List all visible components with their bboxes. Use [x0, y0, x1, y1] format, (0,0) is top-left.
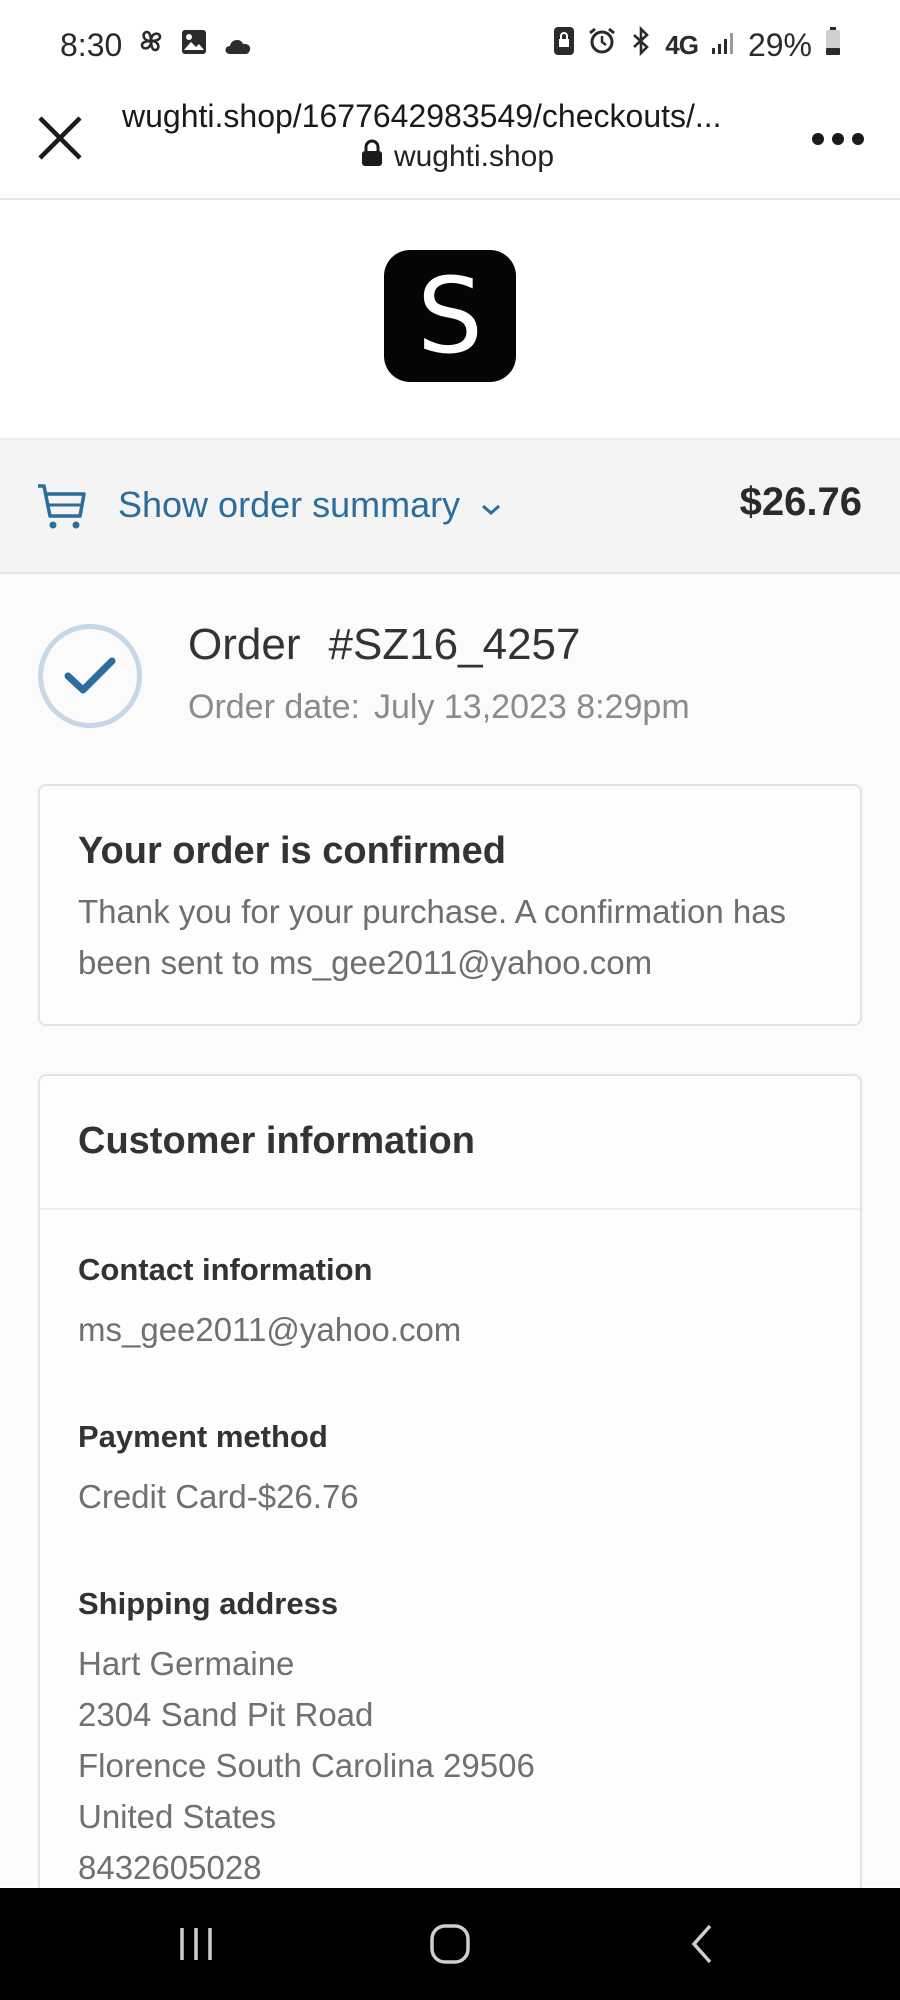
confirmation-card: Your order is confirmed Thank you for yo…: [38, 784, 862, 1026]
confirmation-message: Thank you for your purchase. A confirmat…: [78, 893, 787, 981]
order-status-page: Order #SZ16_4257 Order date: July 13,2023 …: [0, 574, 900, 1974]
shipping-address-line: Hart Germaine: [78, 1645, 295, 1682]
domain-line: wughti.shop: [122, 139, 792, 175]
store-logo[interactable]: S: [384, 250, 516, 382]
shipping-address: Hart Germaine 2304 Sand Pit Road Florenc…: [78, 1638, 535, 1893]
cart-icon: [36, 480, 88, 532]
system-navigation-bar: [0, 1888, 900, 2000]
shipping-address-line: United States: [78, 1798, 277, 1835]
image-icon: [180, 27, 208, 64]
summary-toggle-label: Show order summary: [118, 484, 461, 525]
lock-screen-icon: [553, 26, 575, 64]
cloud-icon: [222, 27, 254, 64]
network-type: 4G: [665, 29, 699, 60]
payment-method-label: Payment method: [78, 1419, 328, 1454]
order-summary-bar[interactable]: Show order summary $26.76: [0, 440, 900, 574]
address-bar[interactable]: wughti.shop/1677642983549/checkouts/... …: [122, 98, 792, 175]
checkmark-icon: [38, 624, 142, 728]
status-left: 8:30: [60, 26, 254, 64]
order-label: Order: [188, 620, 301, 669]
confirmation-title: Your order is confirmed: [78, 830, 506, 872]
chevron-down-icon: [480, 484, 502, 526]
status-time: 8:30: [60, 26, 123, 63]
bluetooth-icon: [629, 25, 653, 64]
battery-percent: 29%: [747, 26, 812, 63]
order-date-value: July 13,2023 8:29pm: [373, 688, 690, 726]
show-order-summary-button[interactable]: Show order summary: [118, 484, 502, 526]
customer-information-header: Customer information: [40, 1076, 860, 1210]
store-header: S: [0, 200, 900, 440]
shipping-address-line: 2304 Sand Pit Road: [78, 1696, 374, 1733]
home-icon[interactable]: [420, 1918, 480, 1970]
signal-icon: [710, 27, 736, 64]
order-number: #SZ16_4257: [328, 620, 581, 669]
url-text: wughti.shop/1677642983549/checkouts/...: [122, 98, 722, 134]
payment-method-value: Credit Card-$26.76: [78, 1478, 359, 1515]
order-heading: Order #SZ16_4257: [188, 620, 580, 670]
close-icon[interactable]: [34, 112, 86, 164]
shipping-address-line: Florence South Carolina 29506: [78, 1747, 535, 1784]
status-bar: 8:30 4G 29%: [0, 0, 900, 90]
more-options-icon[interactable]: [812, 126, 868, 152]
back-icon[interactable]: [672, 1918, 732, 1970]
shipping-address-label: Shipping address: [78, 1586, 339, 1621]
shipping-phone: 8432605028: [78, 1849, 262, 1886]
battery-icon: [824, 26, 842, 64]
browser-toolbar: wughti.shop/1677642983549/checkouts/... …: [0, 90, 900, 200]
contact-information-label: Contact information: [78, 1252, 373, 1287]
customer-information-card: Customer information Contact information…: [38, 1074, 862, 1974]
customer-information-title: Customer information: [78, 1120, 475, 1162]
order-date: Order date: July 13,2023 8:29pm: [188, 688, 690, 727]
order-total: $26.76: [739, 480, 862, 524]
order-date-label: Order date:: [188, 688, 360, 726]
status-right: 4G 29%: [553, 25, 842, 64]
pinwheel-icon: [136, 26, 166, 64]
recent-apps-icon[interactable]: [166, 1918, 226, 1970]
domain-text: wughti.shop: [393, 140, 555, 173]
alarm-icon: [587, 26, 617, 64]
contact-information-value: ms_gee2011@yahoo.com: [78, 1311, 462, 1348]
lock-icon: [360, 139, 384, 175]
